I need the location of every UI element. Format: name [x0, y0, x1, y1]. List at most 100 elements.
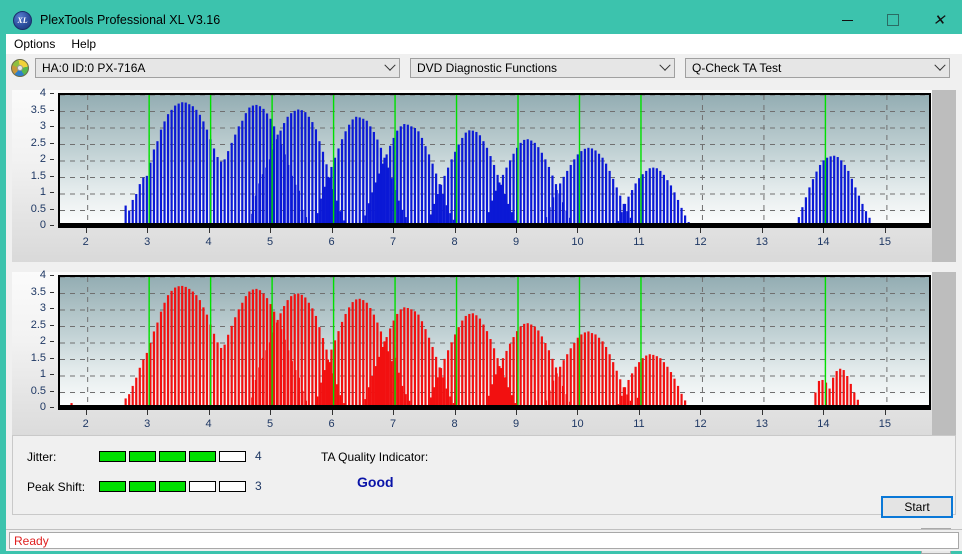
x-tick-label: 10: [571, 418, 584, 430]
x-tick: [823, 410, 825, 415]
peak-shift-label: Peak Shift:: [27, 480, 86, 494]
y-tick-label: 2.5: [30, 136, 46, 149]
x-tick: [577, 228, 579, 233]
x-tick-label: 3: [144, 236, 151, 248]
x-tick-label: 9: [512, 236, 520, 248]
x-tick-label: 11: [633, 418, 645, 430]
y-tick: [50, 126, 54, 127]
client-area: Options Help HA:0 ID:0 PX-716A DVD Diagn…: [6, 34, 962, 554]
peak-shift-meter: [99, 481, 246, 492]
meter-segment: [219, 451, 246, 462]
meter-segment: [129, 481, 156, 492]
meter-segment: [189, 451, 216, 462]
application-window: XL PlexTools Professional XL V3.16 ✕ Opt…: [0, 0, 962, 554]
window-title: PlexTools Professional XL V3.16: [40, 13, 221, 27]
meter-segment: [159, 451, 186, 462]
y-tick: [50, 357, 54, 359]
x-tick: [331, 410, 333, 415]
x-tick: [761, 410, 763, 415]
drive-select[interactable]: HA:0 ID:0 PX-716A: [35, 58, 400, 78]
x-tick: [638, 410, 640, 415]
x-tick: [516, 410, 518, 415]
start-button[interactable]: Start: [881, 496, 953, 518]
peak-shift-value: 3: [255, 479, 262, 493]
drive-select-value: HA:0 ID:0 PX-716A: [42, 61, 146, 75]
jitter-chart-plot-area: [58, 93, 931, 225]
meter-segment: [99, 481, 126, 492]
status-field: Ready: [9, 532, 959, 549]
close-button[interactable]: ✕: [916, 6, 962, 34]
jitter-chart-y-axis: 0 0.5 1 1.5 2 2.5 3 3.5 4: [12, 87, 54, 262]
x-tick-label: 12: [694, 236, 707, 248]
x-tick-label: 2: [82, 236, 89, 248]
x-tick: [147, 228, 149, 233]
maximize-button[interactable]: [870, 6, 916, 34]
y-tick-label: 1: [39, 186, 46, 198]
y-tick: [50, 275, 54, 276]
y-tick: [50, 390, 54, 392]
y-tick-label: 1.5: [30, 169, 46, 182]
x-tick-label: 11: [633, 236, 645, 248]
y-tick: [50, 109, 54, 111]
x-tick: [884, 410, 886, 415]
minimize-button[interactable]: [824, 6, 870, 34]
x-tick: [85, 228, 87, 233]
menu-item-help[interactable]: Help: [63, 35, 104, 53]
chart-right-filler: [932, 90, 956, 262]
x-tick-label: 8: [451, 418, 458, 430]
y-tick-label: 0.5: [30, 202, 46, 215]
chevron-down-icon: [656, 59, 674, 77]
x-tick-label: 6: [328, 236, 335, 248]
peak-shift-chart-panel: 0 0.5 1 1.5 2 2.5 3 3.5 4 2 3 4 5 6 7 8 9 10 11 12 13 14 15: [12, 269, 956, 444]
x-tick-label: 6: [328, 418, 335, 430]
chevron-down-icon: [381, 59, 399, 77]
x-tick-label: 14: [817, 236, 830, 248]
meter-segment: [99, 451, 126, 462]
meter-segment: [219, 481, 246, 492]
jitter-meter: [99, 451, 246, 462]
y-tick-label: 4: [39, 269, 46, 281]
jitter-chart-plot[interactable]: [58, 93, 931, 225]
peak-shift-chart-series: [60, 277, 929, 405]
y-tick-label: 3.5: [30, 285, 46, 298]
y-tick: [50, 308, 54, 309]
meter-segment: [129, 451, 156, 462]
status-text: Ready: [14, 533, 49, 548]
chevron-down-icon: [931, 59, 949, 77]
results-panel: Jitter: 4 Peak Shift: 3 TA Quality Indic…: [12, 435, 956, 515]
test-select[interactable]: Q-Check TA Test: [685, 58, 950, 78]
disc-icon: [11, 59, 29, 77]
selector-bar: HA:0 ID:0 PX-716A DVD Diagnostic Functio…: [6, 54, 962, 82]
x-tick-label: 13: [755, 418, 769, 430]
y-tick: [50, 192, 54, 193]
x-tick-label: 7: [389, 418, 397, 430]
x-tick: [884, 228, 886, 233]
y-tick: [50, 159, 54, 160]
peak-shift-chart-plot[interactable]: [58, 275, 931, 407]
x-tick: [823, 228, 825, 233]
y-tick-label: 3: [39, 302, 46, 314]
y-tick-label: 2.5: [30, 318, 46, 331]
x-tick-label: 5: [267, 418, 274, 430]
y-tick: [50, 142, 54, 144]
x-tick: [393, 410, 395, 415]
jitter-chart-series: [60, 95, 929, 223]
function-select[interactable]: DVD Diagnostic Functions: [410, 58, 675, 78]
jitter-label: Jitter:: [27, 450, 57, 464]
x-tick-label: 10: [571, 236, 584, 248]
y-tick: [50, 175, 54, 177]
x-tick-label: 4: [205, 418, 212, 430]
title-bar: XL PlexTools Professional XL V3.16 ✕: [6, 6, 962, 34]
x-tick: [761, 228, 763, 233]
x-axis-line: [58, 225, 931, 228]
x-tick: [638, 228, 640, 233]
y-tick-label: 1.5: [30, 351, 46, 364]
menu-bar: Options Help: [6, 34, 962, 55]
menu-item-options[interactable]: Options: [6, 35, 63, 53]
y-tick-label: 3.5: [30, 103, 46, 116]
y-tick-label: 2: [39, 153, 46, 165]
function-select-value: DVD Diagnostic Functions: [417, 61, 558, 75]
meter-segment: [189, 481, 216, 492]
x-axis-line: [58, 407, 931, 410]
x-tick-label: 5: [267, 236, 274, 248]
